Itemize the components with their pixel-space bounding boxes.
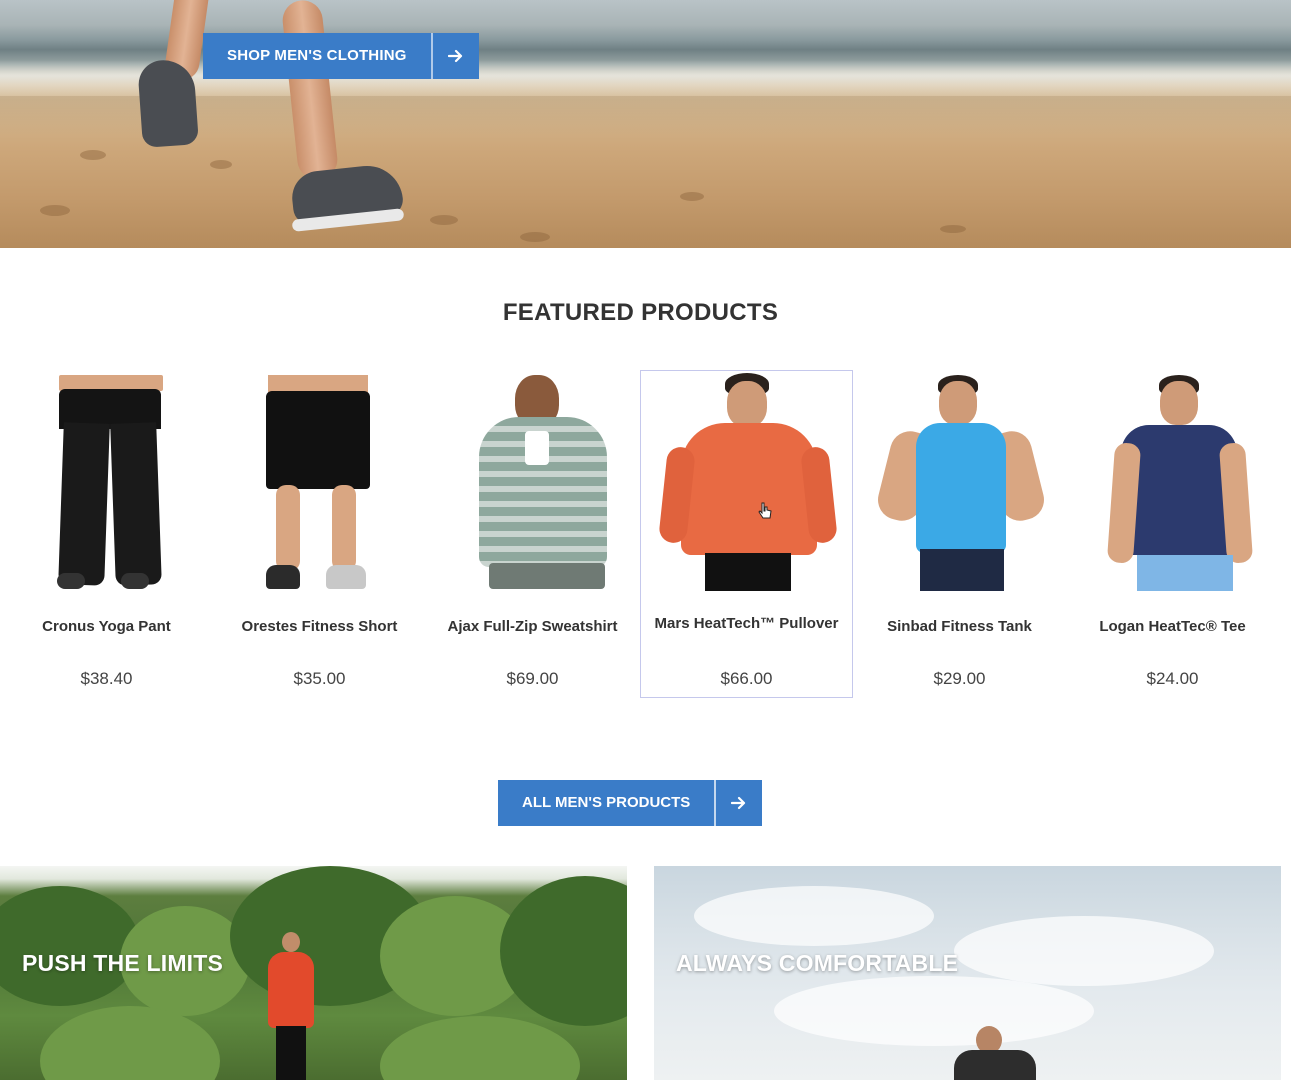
promo-push-the-limits[interactable]: PUSH THE LIMITS <box>0 866 627 1080</box>
product-grid: Cronus Yoga Pant $38.40 Orestes Fitness … <box>0 370 1291 700</box>
product-card[interactable]: Cronus Yoga Pant $38.40 <box>0 370 213 698</box>
tree <box>380 1016 580 1080</box>
product-image <box>1 373 212 595</box>
runner-head <box>282 932 300 952</box>
product-card[interactable]: Ajax Full-Zip Sweatshirt $69.00 <box>426 370 639 698</box>
product-name[interactable]: Sinbad Fitness Tank <box>854 615 1065 638</box>
shop-mens-clothing-button[interactable]: SHOP MEN'S CLOTHING <box>203 33 479 79</box>
product-name[interactable]: Mars HeatTech™ Pullover <box>641 612 852 635</box>
arrow-right-icon <box>430 33 479 79</box>
product-price: $38.40 <box>80 669 133 688</box>
all-mens-products-button[interactable]: ALL MEN'S PRODUCTS <box>498 780 763 826</box>
promo-left-title: PUSH THE LIMITS <box>22 950 224 976</box>
runner-jacket <box>268 952 314 1028</box>
footprint <box>520 232 550 242</box>
person-jacket <box>954 1050 1036 1080</box>
product-price: $69.00 <box>506 669 559 688</box>
hand-cursor-icon <box>758 502 772 519</box>
product-price: $66.00 <box>720 669 773 688</box>
runner-pants <box>276 1026 306 1080</box>
product-name[interactable]: Ajax Full-Zip Sweatshirt <box>427 615 638 638</box>
product-name[interactable]: Logan HeatTec® Tee <box>1067 615 1278 638</box>
tree <box>0 886 140 1006</box>
product-image <box>854 373 1065 595</box>
shop-mens-clothing-label: SHOP MEN'S CLOTHING <box>227 47 407 64</box>
product-price: $24.00 <box>1146 669 1199 688</box>
product-image <box>641 373 852 595</box>
hero-banner: SHOP MEN'S CLOTHING <box>0 0 1291 248</box>
product-card[interactable]: Mars HeatTech™ Pullover $66.00 <box>640 370 853 698</box>
product-image <box>214 373 425 595</box>
footprint <box>680 192 704 201</box>
product-price: $29.00 <box>933 669 986 688</box>
promo-always-comfortable[interactable]: ALWAYS COMFORTABLE <box>654 866 1281 1080</box>
product-image <box>427 373 638 595</box>
footprint <box>210 160 232 169</box>
cloud <box>774 976 1094 1046</box>
cloud <box>954 916 1214 986</box>
tree <box>500 876 627 1026</box>
featured-products-title: FEATURED PRODUCTS <box>502 299 779 326</box>
product-card[interactable]: Orestes Fitness Short $35.00 <box>213 370 426 698</box>
product-price: $35.00 <box>293 669 346 688</box>
footprint <box>430 215 458 225</box>
product-card[interactable]: Sinbad Fitness Tank $29.00 <box>853 370 1066 698</box>
product-name[interactable]: Orestes Fitness Short <box>214 615 425 638</box>
product-card[interactable]: Logan HeatTec® Tee $24.00 <box>1066 370 1279 698</box>
footprint <box>40 205 70 216</box>
product-image <box>1067 373 1278 595</box>
arrow-right-icon <box>714 780 762 826</box>
tree <box>40 1006 220 1080</box>
all-mens-products-label: ALL MEN'S PRODUCTS <box>522 794 691 811</box>
footprint <box>940 225 966 233</box>
cloud <box>694 886 934 946</box>
footprint <box>80 150 106 160</box>
product-name[interactable]: Cronus Yoga Pant <box>1 615 212 638</box>
promo-right-title: ALWAYS COMFORTABLE <box>676 950 959 976</box>
